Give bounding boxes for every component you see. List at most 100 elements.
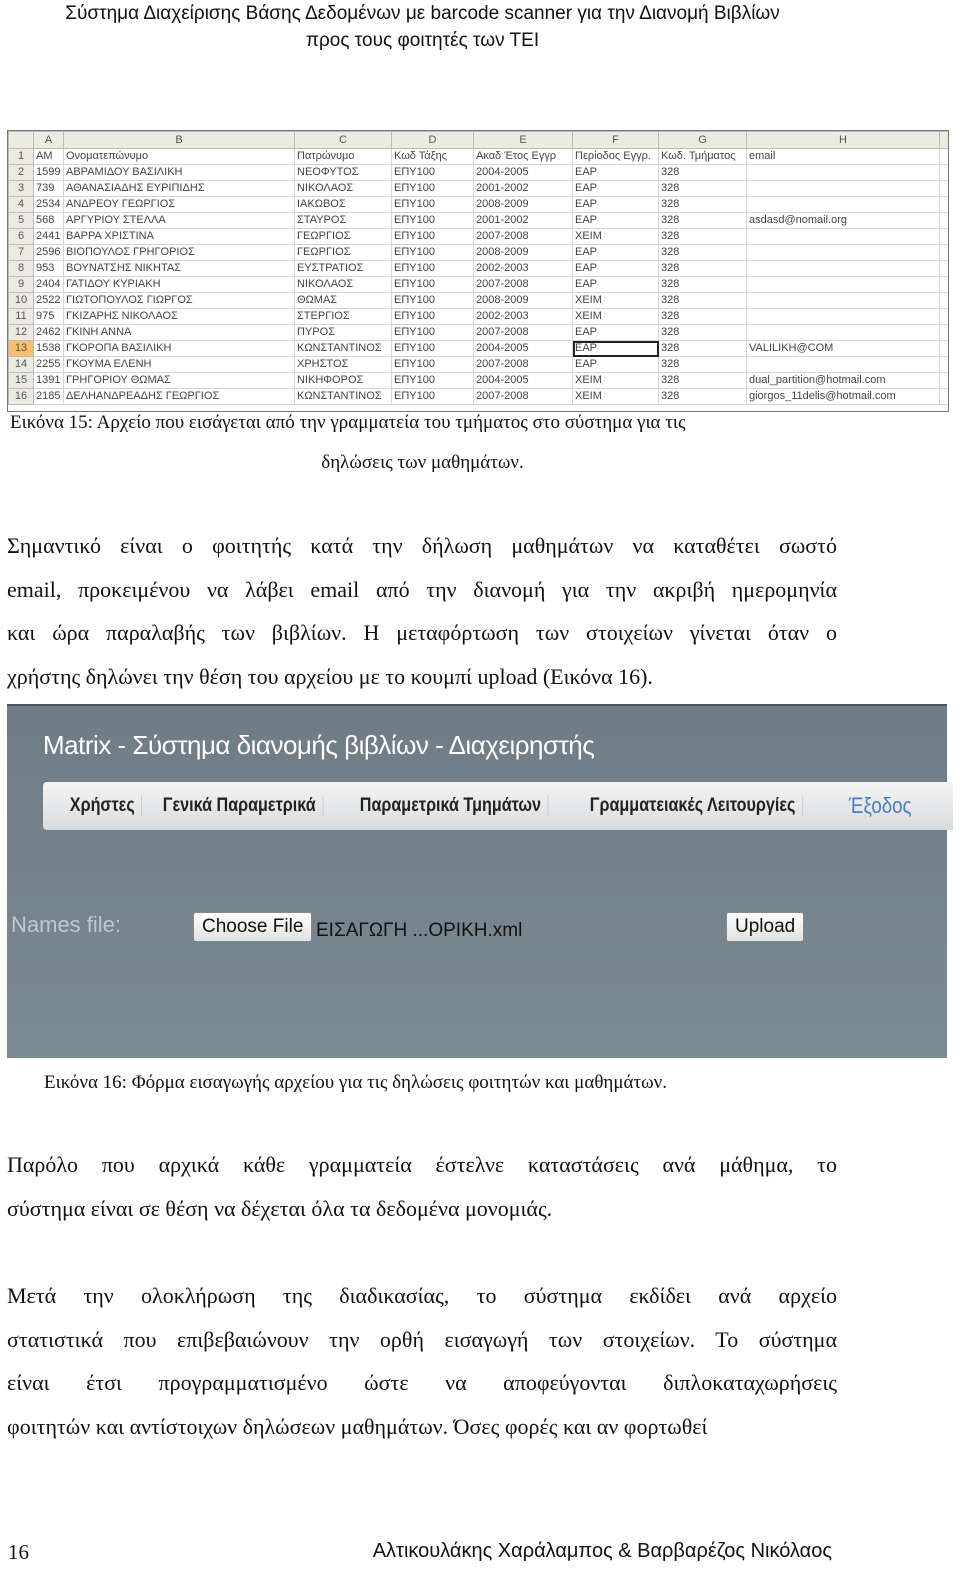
table-cell[interactable]: ΕΠΥ100: [391, 276, 474, 293]
table-cell[interactable]: ΕΠΥ100: [391, 308, 474, 325]
table-cell[interactable]: [939, 244, 948, 261]
table-cell[interactable]: 2522: [33, 292, 64, 309]
table-cell[interactable]: ΓΕΩΡΓΙΟΣ: [294, 228, 392, 245]
header-cell[interactable]: Ονοματεπώνυμο: [63, 148, 295, 165]
table-cell[interactable]: ΔΕΛΗΑΝΔΡΕΑΔΗΣ ΓΕΩΡΓΙΟΣ: [63, 388, 295, 405]
header-cell[interactable]: Ακαδ Έτος Εγγρ: [473, 148, 573, 165]
table-cell[interactable]: ΝΙΚΟΛΑΟΣ: [294, 276, 392, 293]
table-cell[interactable]: [746, 324, 940, 341]
column-header[interactable]: G: [658, 131, 747, 149]
table-cell[interactable]: [939, 148, 948, 165]
row-number[interactable]: 14: [8, 356, 34, 373]
table-cell[interactable]: 739: [33, 180, 64, 197]
table-cell[interactable]: VALILIKH@COM: [746, 340, 940, 357]
column-header[interactable]: E: [473, 131, 573, 149]
header-cell[interactable]: Περίοδος Εγγρ.: [572, 148, 659, 165]
table-cell[interactable]: [939, 180, 948, 197]
table-cell[interactable]: 2004-2005: [473, 340, 573, 357]
table-cell[interactable]: 2185: [33, 388, 64, 405]
table-cell[interactable]: 328: [658, 308, 747, 325]
table-cell[interactable]: ΕΠΥ100: [391, 340, 474, 357]
table-cell[interactable]: 328: [658, 228, 747, 245]
row-number[interactable]: 2: [8, 164, 34, 181]
table-cell[interactable]: ΘΩΜΑΣ: [294, 292, 392, 309]
row-number[interactable]: 10: [8, 292, 34, 309]
row-number[interactable]: 11: [8, 308, 34, 325]
table-cell[interactable]: 568: [33, 212, 64, 229]
column-header[interactable]: [939, 131, 948, 149]
table-cell[interactable]: ΣΤΑΥΡΟΣ: [294, 212, 392, 229]
table-cell[interactable]: ΕΑΡ: [572, 212, 659, 229]
choose-file-button[interactable]: Choose File: [193, 912, 313, 942]
table-cell[interactable]: ΕΑΡ: [572, 164, 659, 181]
table-cell[interactable]: ΧΕΙΜ: [572, 292, 659, 309]
table-cell[interactable]: ΓΚΟΡΟΠΑ ΒΑΣΙΛΙΚΗ: [63, 340, 295, 357]
column-header[interactable]: A: [33, 131, 64, 149]
column-header[interactable]: B: [63, 131, 295, 149]
table-cell[interactable]: ΕΑΡ: [572, 180, 659, 197]
row-number[interactable]: 13: [8, 340, 34, 357]
table-cell[interactable]: ΕΠΥ100: [391, 372, 474, 389]
table-cell[interactable]: ΓΚΙΖΑΡΗΣ ΝΙΚΟΛΑΟΣ: [63, 308, 295, 325]
table-cell[interactable]: ΕΠΥ100: [391, 196, 474, 213]
row-number[interactable]: 16: [8, 388, 34, 405]
table-cell[interactable]: 328: [658, 292, 747, 309]
table-cell[interactable]: ΕΠΥ100: [391, 180, 474, 197]
table-cell[interactable]: [746, 244, 940, 261]
header-cell[interactable]: AM: [33, 148, 64, 165]
table-cell[interactable]: ΕΠΥ100: [391, 244, 474, 261]
table-cell[interactable]: [746, 196, 940, 213]
table-cell[interactable]: ΝΕΟΦΥΤΟΣ: [294, 164, 392, 181]
table-cell[interactable]: [746, 180, 940, 197]
table-cell[interactable]: 2007-2008: [473, 228, 573, 245]
table-cell[interactable]: ΕΑΡ: [572, 276, 659, 293]
table-cell[interactable]: ΧΡΗΣΤΟΣ: [294, 356, 392, 373]
table-cell[interactable]: 2002-2003: [473, 260, 573, 277]
table-cell[interactable]: 328: [658, 260, 747, 277]
table-cell[interactable]: [939, 372, 948, 389]
table-cell[interactable]: [746, 356, 940, 373]
table-cell[interactable]: ΝΙΚΟΛΑΟΣ: [294, 180, 392, 197]
row-number[interactable]: 15: [8, 372, 34, 389]
table-cell[interactable]: 2008-2009: [473, 196, 573, 213]
table-cell[interactable]: 975: [33, 308, 64, 325]
row-number[interactable]: 5: [8, 212, 34, 229]
row-number[interactable]: 3: [8, 180, 34, 197]
table-cell[interactable]: 328: [658, 388, 747, 405]
table-cell[interactable]: ΓΚΙΝΗ ΑΝΝΑ: [63, 324, 295, 341]
table-cell[interactable]: ΝΙΚΗΦΟΡΟΣ: [294, 372, 392, 389]
nav-general-parameters[interactable]: Γενικά Παραμετρικά: [156, 795, 324, 817]
table-cell[interactable]: ΧΕΙΜ: [572, 308, 659, 325]
table-cell[interactable]: ΧΕΙΜ: [572, 388, 659, 405]
table-cell[interactable]: ΕΥΣΤΡΑΤΙΟΣ: [294, 260, 392, 277]
table-cell[interactable]: ΕΠΥ100: [391, 356, 474, 373]
table-cell[interactable]: [939, 164, 948, 181]
header-cell[interactable]: email: [746, 148, 940, 165]
table-cell[interactable]: 2004-2005: [473, 372, 573, 389]
table-cell[interactable]: ΧΕΙΜ: [572, 228, 659, 245]
table-cell[interactable]: [939, 356, 948, 373]
table-cell[interactable]: ΒΑΡΡΑ ΧΡΙΣΤΙΝΑ: [63, 228, 295, 245]
table-cell[interactable]: ΕΠΥ100: [391, 292, 474, 309]
table-cell[interactable]: [746, 276, 940, 293]
nav-secretariat-functions[interactable]: Γραμματειακές Λειτουργίες: [583, 795, 804, 817]
table-cell[interactable]: ΒΟΥΝΑΤΣΗΣ ΝΙΚΗΤΑΣ: [63, 260, 295, 277]
table-cell[interactable]: ΠΥΡΟΣ: [294, 324, 392, 341]
table-cell[interactable]: [939, 340, 948, 357]
table-cell[interactable]: 1391: [33, 372, 64, 389]
table-cell[interactable]: ΕΑΡ: [572, 196, 659, 213]
table-cell[interactable]: ΑΒΡΑΜΙΔΟΥ ΒΑΣΙΛΙΚΗ: [63, 164, 295, 181]
nav-department-parameters[interactable]: Παραμετρικά Τμημάτων: [353, 795, 549, 817]
table-cell[interactable]: [939, 388, 948, 405]
table-cell[interactable]: [746, 292, 940, 309]
table-cell[interactable]: [939, 292, 948, 309]
table-cell[interactable]: 328: [658, 340, 747, 357]
table-cell[interactable]: [939, 228, 948, 245]
table-cell[interactable]: [939, 324, 948, 341]
table-cell[interactable]: ΓΕΩΡΓΙΟΣ: [294, 244, 392, 261]
table-cell[interactable]: 328: [658, 324, 747, 341]
column-header[interactable]: F: [572, 131, 659, 149]
table-cell[interactable]: 2007-2008: [473, 356, 573, 373]
table-cell[interactable]: [939, 276, 948, 293]
table-cell[interactable]: ΕΑΡ: [572, 356, 659, 373]
